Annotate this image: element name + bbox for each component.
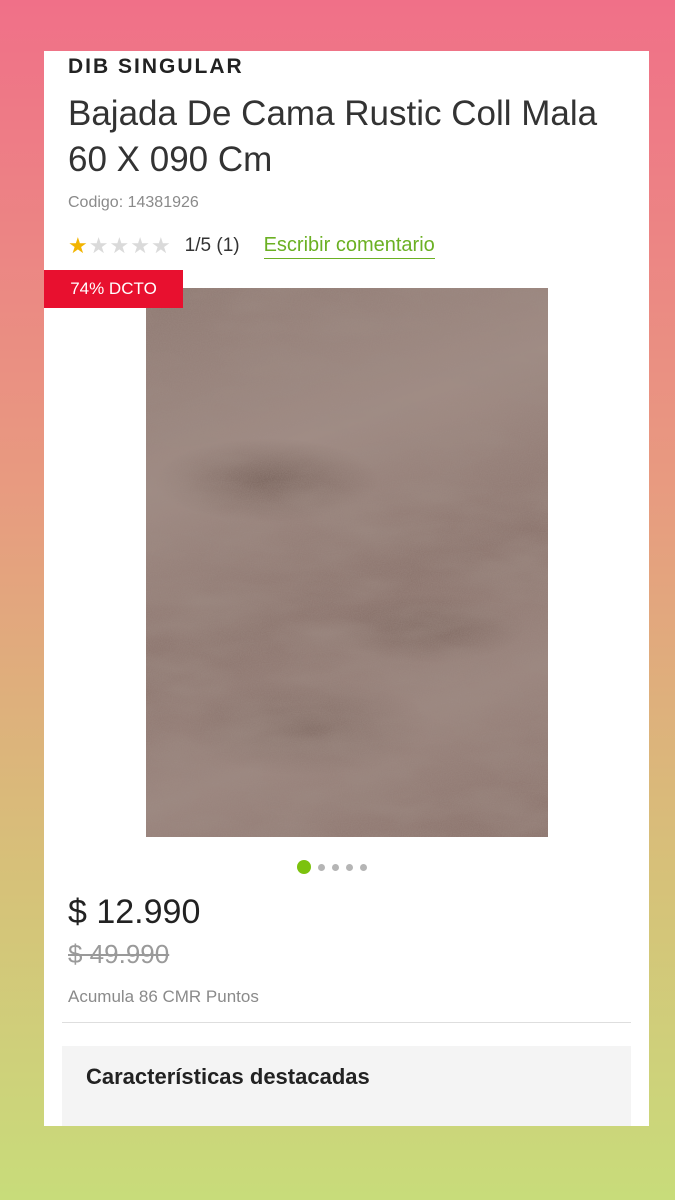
write-review-link[interactable]: Escribir comentario xyxy=(263,234,435,259)
carousel-dots xyxy=(297,860,367,874)
rating-text: 1/5 (1) xyxy=(184,235,240,256)
cmr-points: Acumula 86 CMR Puntos xyxy=(68,987,259,1006)
carousel-dot-5[interactable] xyxy=(360,863,367,871)
product-code: Codigo: 14381926 xyxy=(68,194,199,211)
rug-texture xyxy=(146,288,548,837)
divider xyxy=(62,1022,631,1023)
rating-row: ★ ★ ★ ★ ★ 1/5 (1) Escribir comentario xyxy=(68,232,435,260)
brand-name[interactable]: DIB SINGULAR xyxy=(68,55,244,79)
product-card: DIB SINGULAR Bajada De Cama Rustic Coll … xyxy=(44,51,649,1126)
features-section[interactable]: Características destacadas xyxy=(62,1046,631,1126)
discount-badge: 74% DCTO xyxy=(44,270,183,308)
star-icon: ★ xyxy=(150,233,171,258)
star-icon: ★ xyxy=(68,233,88,258)
features-title: Características destacadas xyxy=(86,1064,370,1089)
product-image[interactable] xyxy=(146,288,548,837)
star-rating[interactable]: ★ ★ ★ ★ ★ xyxy=(68,235,171,257)
product-title: Bajada De Cama Rustic Coll Mala 60 X 090… xyxy=(68,94,598,179)
carousel-dot-1[interactable] xyxy=(297,860,311,874)
carousel-dot-4[interactable] xyxy=(346,863,353,871)
star-icon: ★ xyxy=(88,233,109,258)
star-icon: ★ xyxy=(109,233,130,258)
current-price: $ 12.990 xyxy=(68,893,201,931)
carousel-dot-3[interactable] xyxy=(332,863,339,871)
star-icon: ★ xyxy=(130,233,150,258)
original-price: $ 49.990 xyxy=(68,939,170,969)
carousel-dot-2[interactable] xyxy=(318,863,325,871)
